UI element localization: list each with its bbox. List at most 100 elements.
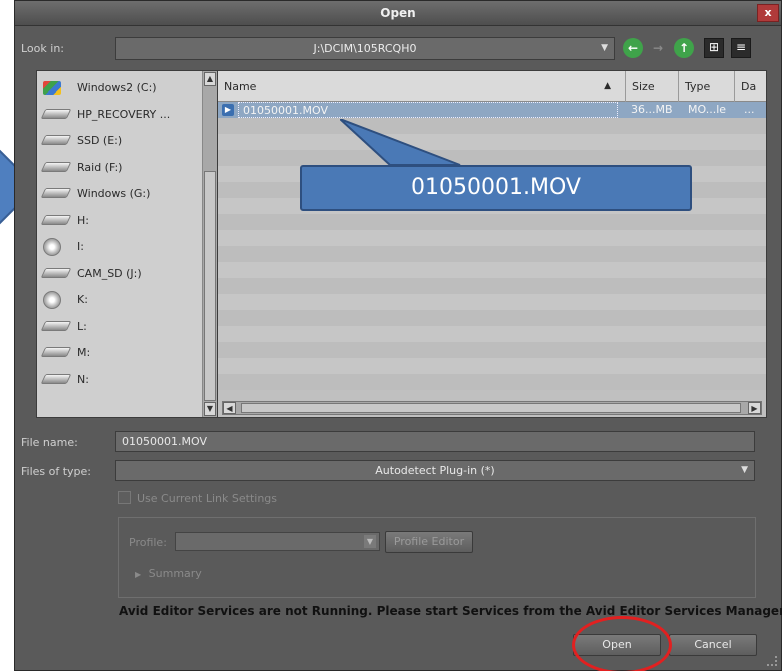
profile-label: Profile: xyxy=(129,536,167,549)
callout-label: 01050001.MOV xyxy=(300,165,692,211)
scroll-up-icon[interactable]: ▲ xyxy=(204,72,216,86)
column-header-name[interactable]: Name ▲ xyxy=(218,71,626,102)
drive-icon xyxy=(40,108,72,119)
drive-list-scrollbar[interactable]: ▲ ▼ xyxy=(202,71,217,417)
drive-label: HP_RECOVERY ... xyxy=(77,107,171,121)
open-dialog: Open x Look in: J:\DCIM\105RCQH0 ▼ ← → ↑… xyxy=(14,0,782,671)
files-of-type-label: Files of type: xyxy=(21,465,92,478)
files-of-type-dropdown[interactable]: Autodetect Plug-in (*) ▼ xyxy=(115,460,755,481)
forward-icon[interactable]: → xyxy=(648,38,668,58)
drive-item[interactable]: Windows (G:) xyxy=(37,181,202,207)
scroll-right-icon[interactable]: ▶ xyxy=(748,402,761,414)
link-settings-checkbox[interactable] xyxy=(118,491,131,504)
highlight-circle xyxy=(572,616,672,671)
expand-arrow-icon: ▶ xyxy=(135,570,142,579)
sort-ascending-icon: ▲ xyxy=(604,81,611,91)
drive-item[interactable]: K: xyxy=(37,287,202,313)
drive-label: SSD (E:) xyxy=(77,134,123,147)
drive-icon xyxy=(40,214,72,225)
drive-list: N: M: L: K: CAM_SD (J:) I: H: Windows (G:) Raid … xyxy=(36,70,218,418)
list-view-icon[interactable]: ≡ xyxy=(731,38,751,58)
column-header-size[interactable]: Size xyxy=(626,71,679,102)
drive-label: H: xyxy=(77,213,89,227)
empty-row xyxy=(218,230,766,246)
look-in-value: J:\DCIM\105RCQH0 xyxy=(313,42,417,55)
drive-label: Windows2 (C:) xyxy=(77,81,157,94)
chevron-down-icon: ▼ xyxy=(601,43,608,53)
drive-item[interactable]: H: xyxy=(37,208,202,234)
empty-row xyxy=(218,326,766,342)
up-folder-icon[interactable]: ↑ xyxy=(674,38,694,58)
chevron-down-icon: ▼ xyxy=(364,535,376,548)
cancel-button[interactable]: Cancel xyxy=(669,634,757,656)
close-button[interactable]: x xyxy=(757,4,779,22)
link-options-group xyxy=(118,517,756,598)
column-header-date[interactable]: Da xyxy=(735,71,766,102)
file-type-cell: MO...le xyxy=(688,103,727,116)
file-date-cell: ... xyxy=(744,103,755,116)
chevron-down-icon: ▼ xyxy=(741,465,748,475)
column-header-name-label: Name xyxy=(224,80,257,93)
dvd-drive-icon xyxy=(43,238,61,256)
empty-row xyxy=(218,310,766,326)
file-name-label: File name: xyxy=(21,436,78,449)
drive-item[interactable]: SSD (E:) xyxy=(37,128,202,154)
empty-row xyxy=(218,262,766,278)
look-in-dropdown[interactable]: J:\DCIM\105RCQH0 ▼ xyxy=(115,37,615,60)
windows-drive-icon xyxy=(43,81,61,95)
drive-item[interactable]: Windows2 (C:) xyxy=(37,75,202,101)
scroll-thumb[interactable] xyxy=(204,171,216,401)
file-list-hscrollbar[interactable]: ◀ ▶ xyxy=(222,401,762,415)
drive-item[interactable]: Raid (F:) xyxy=(37,155,202,181)
empty-row xyxy=(218,118,766,134)
drive-icon xyxy=(40,373,72,384)
empty-row xyxy=(218,342,766,358)
services-warning: Avid Editor Services are not Running. Pl… xyxy=(119,604,782,618)
summary-toggle[interactable]: ▶ Summary xyxy=(135,567,202,580)
empty-row xyxy=(218,278,766,294)
file-size-cell: 36...MB xyxy=(631,103,673,116)
drive-label: CAM_SD (J:) xyxy=(77,266,142,280)
empty-row xyxy=(218,374,766,390)
drive-label: Windows (G:) xyxy=(77,187,151,200)
empty-row xyxy=(218,294,766,310)
resize-grip[interactable] xyxy=(767,656,777,666)
movie-file-icon: ▶ xyxy=(222,104,234,116)
drive-icon xyxy=(40,320,72,331)
drive-icon xyxy=(40,188,72,198)
empty-row xyxy=(218,214,766,230)
icons-view-icon[interactable]: ⊞ xyxy=(704,38,724,58)
drive-item[interactable]: M: xyxy=(37,340,202,366)
drive-item[interactable]: I: xyxy=(37,234,202,260)
column-header-type[interactable]: Type xyxy=(679,71,735,102)
file-row-selected[interactable]: ▶ 01050001.MOV 36...MB MO...le ... xyxy=(218,102,766,118)
drive-label: I: xyxy=(77,240,84,253)
profile-editor-button[interactable]: Profile Editor xyxy=(385,531,473,553)
scroll-left-icon[interactable]: ◀ xyxy=(223,402,236,414)
file-name-cell: 01050001.MOV xyxy=(238,102,618,118)
title-bar: Open x xyxy=(15,1,781,26)
drive-item[interactable]: HP_RECOVERY ... xyxy=(37,102,202,128)
drive-icon xyxy=(40,347,72,357)
file-list: Name ▲ Size Type Da ▶ 01050001.MOV 36...… xyxy=(217,70,767,418)
profile-dropdown[interactable]: ▼ xyxy=(175,532,380,551)
drive-item[interactable]: CAM_SD (J:) xyxy=(37,261,202,287)
file-list-header: Name ▲ Size Type Da xyxy=(218,71,766,102)
drive-label: L: xyxy=(77,319,87,333)
files-of-type-value: Autodetect Plug-in (*) xyxy=(375,464,495,477)
file-name-field[interactable]: 01050001.MOV xyxy=(115,431,755,452)
dvd-drive-icon xyxy=(43,291,61,309)
scroll-down-icon[interactable]: ▼ xyxy=(204,402,216,416)
empty-row xyxy=(218,150,766,166)
empty-row xyxy=(218,134,766,150)
hscroll-thumb[interactable] xyxy=(241,403,741,413)
drive-label: M: xyxy=(77,346,91,359)
drive-item[interactable]: L: xyxy=(37,314,202,340)
link-settings-label: Use Current Link Settings xyxy=(137,492,277,505)
screen: Open x Look in: J:\DCIM\105RCQH0 ▼ ← → ↑… xyxy=(0,0,782,671)
drive-item[interactable]: N: xyxy=(37,367,202,393)
dialog-title: Open xyxy=(380,6,416,20)
drive-icon xyxy=(40,267,72,278)
look-in-label: Look in: xyxy=(21,42,64,55)
back-icon[interactable]: ← xyxy=(623,38,643,58)
